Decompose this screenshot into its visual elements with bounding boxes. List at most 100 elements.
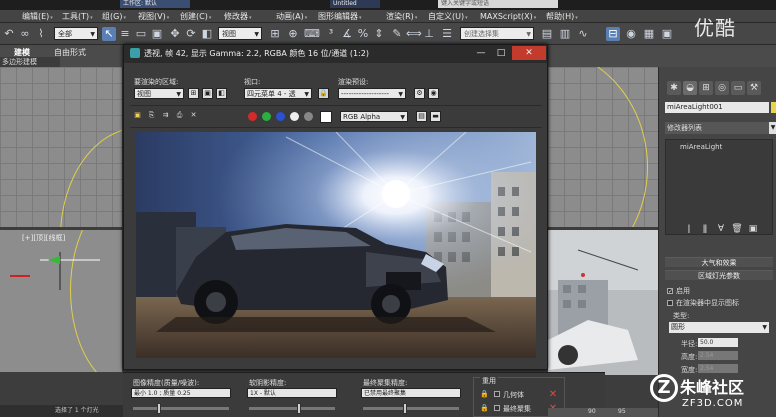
configure-sets-icon[interactable]: ▣: [747, 223, 759, 235]
rollout-area-light-params[interactable]: 区域灯光参数: [665, 270, 773, 280]
slider-handle[interactable]: [403, 403, 407, 414]
lock-icon[interactable]: 🔒: [480, 390, 489, 398]
snap-icon[interactable]: ³: [324, 27, 338, 41]
ribbon-polygon-modeling[interactable]: 多边形建模: [0, 57, 60, 67]
final-gather-slider[interactable]: [363, 403, 459, 414]
viewport-bottom-left[interactable]: [0, 230, 122, 372]
window-crossing-icon[interactable]: ▣: [150, 27, 164, 41]
minimize-icon[interactable]: —: [470, 46, 492, 60]
modify-tab-icon[interactable]: ◒: [683, 81, 697, 95]
toggle-ui-overlay-icon[interactable]: ▬: [430, 111, 441, 122]
blue-channel-icon[interactable]: [276, 112, 285, 121]
red-channel-icon[interactable]: [248, 112, 257, 121]
motion-tab-icon[interactable]: ◎: [715, 81, 729, 95]
viewport-top-left[interactable]: [0, 67, 122, 227]
reference-coord-dropdown[interactable]: 视图 ▼: [218, 27, 262, 40]
object-color-swatch[interactable]: [771, 102, 776, 113]
workspace-selector[interactable]: 工作区: 默认: [120, 0, 190, 8]
save-image-icon[interactable]: ▣: [132, 111, 143, 122]
clear-geometry-cache-icon[interactable]: ✕: [548, 390, 558, 400]
link-icon[interactable]: ∞: [18, 27, 32, 41]
rendered-image[interactable]: [136, 132, 536, 358]
clone-window-icon[interactable]: ⇉: [160, 111, 171, 122]
green-channel-icon[interactable]: [262, 112, 271, 121]
create-tab-icon[interactable]: ✱: [667, 81, 681, 95]
modifier-list-dropdown[interactable]: 修改器列表: [665, 122, 769, 134]
align-icon[interactable]: ⊥: [422, 27, 436, 41]
move-icon[interactable]: ✥: [168, 27, 182, 41]
curve-editor-icon[interactable]: ∿: [576, 27, 590, 41]
height-spinner[interactable]: 高度: 2.54: [681, 351, 738, 362]
hierarchy-tab-icon[interactable]: ⊞: [699, 81, 713, 95]
utilities-tab-icon[interactable]: ⚒: [747, 81, 761, 95]
monochrome-icon[interactable]: [304, 112, 313, 121]
image-precision-value[interactable]: 最小 1.0 ; 质量 0.25: [131, 388, 231, 398]
stack-item[interactable]: miAreaLight: [680, 143, 722, 151]
select-object-icon[interactable]: ↖: [102, 27, 116, 41]
make-unique-icon[interactable]: ∀: [715, 223, 727, 235]
undo-icon[interactable]: ↶: [2, 27, 16, 41]
select-manipulate-icon[interactable]: ⊕: [286, 27, 300, 41]
height-value[interactable]: 2.54: [698, 351, 738, 360]
soft-shadow-value[interactable]: 1X - 默认: [247, 388, 337, 398]
pin-stack-icon[interactable]: ǀ: [683, 223, 695, 235]
scale-icon[interactable]: ◧: [200, 27, 214, 41]
remove-modifier-icon[interactable]: 🗑: [731, 223, 743, 235]
viewport-top-right[interactable]: [548, 67, 658, 227]
layer-icon[interactable]: ☰: [440, 27, 454, 41]
render-setup-icon[interactable]: ▦: [642, 27, 656, 41]
display-channel-icon[interactable]: ▤: [416, 111, 427, 122]
spinner-snap-icon[interactable]: ⇕: [372, 27, 386, 41]
clear-color-swatch[interactable]: [320, 111, 332, 123]
rollout-atmosphere[interactable]: 大气和效果: [665, 257, 773, 267]
enabled-checkbox[interactable]: ✓ 启用: [667, 286, 690, 296]
lock-icon[interactable]: 🔒: [480, 404, 489, 412]
slider-handle[interactable]: [157, 403, 161, 414]
render-preset-dropdown[interactable]: ------------------- ▼: [338, 88, 406, 99]
final-gather-value[interactable]: 已禁用最终聚集: [361, 388, 461, 398]
object-name-field[interactable]: miAreaLight001: [665, 102, 769, 113]
image-precision-slider[interactable]: [133, 403, 229, 414]
soft-shadow-slider[interactable]: [249, 403, 335, 414]
copy-image-icon[interactable]: ⎘: [146, 111, 157, 122]
auto-region-icon[interactable]: ▣: [202, 88, 213, 99]
display-tab-icon[interactable]: ▭: [731, 81, 745, 95]
ribbon-toggle-icon[interactable]: ▥: [558, 27, 572, 41]
pivot-icon[interactable]: ⊞: [268, 27, 282, 41]
schematic-view-icon[interactable]: ⊟: [606, 27, 620, 41]
radius-spinner[interactable]: 半径: 50.0: [681, 338, 738, 349]
viewport-label[interactable]: [+][顶][线框]: [22, 233, 65, 243]
show-end-result-icon[interactable]: ǁ: [699, 223, 711, 235]
percent-snap-icon[interactable]: %: [356, 27, 370, 41]
show-icon-checkbox[interactable]: 在渲染器中显示图标: [667, 298, 739, 308]
document-tab[interactable]: Untitled: [330, 0, 380, 8]
viewport-dropdown[interactable]: 四元菜单 4 - 透 ▼: [244, 88, 312, 99]
render-window-title-bar[interactable]: 透视, 帧 42, 显示 Gamma: 2.2, RGBA 颜色 16 位/通道…: [124, 45, 547, 63]
edit-named-selection-icon[interactable]: ✎: [390, 27, 404, 41]
lock-viewport-icon[interactable]: 🔒: [318, 88, 329, 99]
slider-handle[interactable]: [297, 403, 301, 414]
type-dropdown[interactable]: 圆形 ▼: [669, 322, 769, 333]
named-selection-set-dropdown[interactable]: 创建选择集 ▼: [460, 27, 534, 40]
chevron-down-icon[interactable]: ▼: [769, 122, 776, 134]
area-to-render-dropdown[interactable]: 视图 ▼: [134, 88, 184, 99]
selection-filter-dropdown[interactable]: 全部 ▼: [54, 27, 98, 40]
geometry-checkbox[interactable]: 几何体: [494, 390, 524, 400]
viewport-perspective[interactable]: [548, 230, 658, 375]
radius-value[interactable]: 50.0: [698, 338, 738, 347]
scene-explorer-icon[interactable]: ▤: [540, 27, 554, 41]
clear-image-icon[interactable]: ✕: [188, 111, 199, 122]
final-gather-reuse-checkbox[interactable]: 最终聚集: [494, 404, 531, 414]
render-setup-icon[interactable]: ⚙: [414, 88, 425, 99]
timeline-ruler[interactable]: 90 95: [548, 408, 658, 417]
rendered-frame-window-icon[interactable]: ▣: [660, 27, 674, 41]
mirror-icon[interactable]: ⟺: [406, 27, 422, 41]
print-image-icon[interactable]: ⎙: [174, 111, 185, 122]
close-icon[interactable]: ✕: [512, 46, 546, 60]
alpha-channel-icon[interactable]: [290, 112, 299, 121]
search-input[interactable]: 键入关键字或短语: [438, 0, 558, 8]
angle-snap-icon[interactable]: ∡: [340, 27, 354, 41]
keyboard-shortcut-icon[interactable]: ⌨: [304, 27, 320, 41]
select-by-name-icon[interactable]: ≡: [118, 27, 132, 41]
environment-effects-icon[interactable]: ◉: [428, 88, 439, 99]
